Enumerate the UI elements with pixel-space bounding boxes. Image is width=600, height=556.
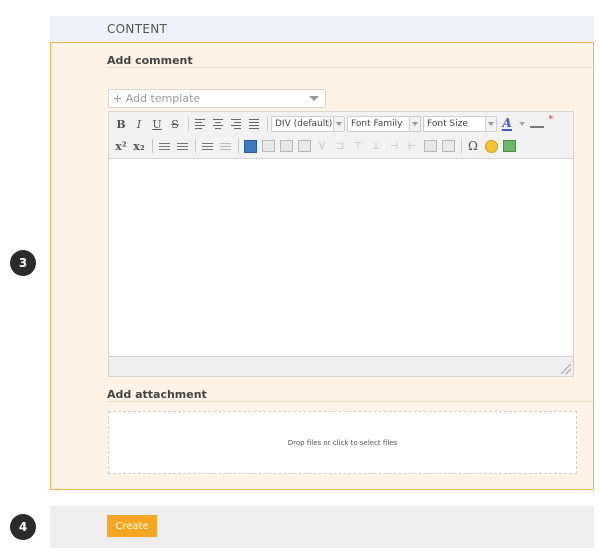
toolbar-separator xyxy=(267,117,268,131)
font-size-label: Font Size xyxy=(427,119,468,129)
add-attachment-divider xyxy=(107,401,593,402)
chevron-down-icon[interactable] xyxy=(519,122,525,126)
subscript-button[interactable]: x₂ xyxy=(131,137,147,155)
insert-col-after-button[interactable]: ⊢ xyxy=(404,137,420,155)
superscript-button[interactable]: x² xyxy=(113,137,129,155)
italic-button[interactable]: I xyxy=(131,115,147,133)
table-icon xyxy=(261,140,275,152)
image-icon xyxy=(502,140,516,152)
rich-text-editor: B I U S DIV (default) Font Family Font S… xyxy=(108,111,574,377)
emoticon-button[interactable] xyxy=(483,137,499,155)
add-template-label: + Add template xyxy=(113,92,201,105)
special-char-button[interactable]: Ω xyxy=(465,137,481,155)
indent-icon xyxy=(201,142,213,150)
align-center-icon xyxy=(213,119,223,129)
align-right-icon xyxy=(231,119,241,129)
toolbar-separator xyxy=(195,139,196,153)
content-header-label: CONTENT xyxy=(107,22,168,36)
table-row-button[interactable] xyxy=(278,137,294,155)
align-left-button[interactable] xyxy=(192,115,208,133)
create-button[interactable]: Create xyxy=(107,515,157,537)
line-style-button[interactable]: * xyxy=(529,115,553,133)
comment-panel: Add comment + Add template B I U S DIV (… xyxy=(50,42,594,490)
step-4-badge: 4 xyxy=(10,514,36,540)
table-column-icon xyxy=(297,140,311,152)
toolbar-separator xyxy=(238,139,239,153)
table-split-button[interactable]: ⴸ xyxy=(314,137,330,155)
line-style-icon xyxy=(530,126,544,128)
toolbar-separator xyxy=(152,139,153,153)
chevron-down-icon xyxy=(333,117,344,131)
insert-row-before-button[interactable]: ⊤ xyxy=(350,137,366,155)
comment-text-area[interactable] xyxy=(109,159,573,355)
numbered-list-button[interactable] xyxy=(174,137,190,155)
omega-icon: Ω xyxy=(468,139,478,153)
table-split-icon: ⴸ xyxy=(318,140,326,152)
bulleted-list-icon xyxy=(158,142,170,150)
text-color-icon: A xyxy=(502,115,512,131)
toolbar-row-1: B I U S DIV (default) Font Family Font S… xyxy=(113,114,553,134)
format-select-label: DIV (default) xyxy=(275,119,333,129)
insert-table-button[interactable] xyxy=(260,137,276,155)
format-select[interactable]: DIV (default) xyxy=(271,116,345,132)
indent-button[interactable] xyxy=(199,137,215,155)
table-merge-button[interactable]: ⊐ xyxy=(332,137,348,155)
actions-bar: Create xyxy=(50,506,594,548)
font-size-select[interactable]: Font Size xyxy=(423,116,497,132)
step-3-badge: 3 xyxy=(10,250,36,276)
delete-col-button[interactable] xyxy=(440,137,456,155)
toolbar-separator xyxy=(461,139,462,153)
outdent-button[interactable] xyxy=(217,137,233,155)
insert-row-after-icon: ⊥ xyxy=(371,140,381,152)
add-template-select[interactable]: + Add template xyxy=(108,89,326,108)
font-family-label: Font Family xyxy=(351,119,403,129)
underline-button[interactable]: U xyxy=(149,115,165,133)
table-row-icon xyxy=(279,140,293,152)
chevron-down-icon xyxy=(309,96,319,101)
align-left-icon xyxy=(195,119,205,129)
add-attachment-title: Add attachment xyxy=(107,388,207,401)
insert-column-after-icon: ⊢ xyxy=(407,140,417,152)
edit-icon xyxy=(243,139,257,153)
dropzone-label: Drop files or click to select files xyxy=(287,438,398,447)
table-merge-icon: ⊐ xyxy=(335,140,345,152)
smiley-icon xyxy=(484,139,498,153)
file-dropzone[interactable]: Drop files or click to select files xyxy=(108,411,577,474)
align-right-button[interactable] xyxy=(228,115,244,133)
insert-column-icon: ⊣ xyxy=(389,140,399,152)
bulleted-list-button[interactable] xyxy=(156,137,172,155)
toolbar-row-2: x² x₂ ⴸ ⊐ ⊤ ⊥ ⊣ ⊢ Ω xyxy=(113,136,519,156)
strikethrough-button[interactable]: S xyxy=(167,115,183,133)
delete-row-icon xyxy=(423,140,437,152)
resize-handle-icon[interactable] xyxy=(561,364,571,374)
toolbar-separator xyxy=(188,117,189,131)
bold-button[interactable]: B xyxy=(113,115,129,133)
insert-image-button[interactable] xyxy=(501,137,517,155)
editor-status-bar xyxy=(109,356,573,376)
insert-row-after-button[interactable]: ⊥ xyxy=(368,137,384,155)
numbered-list-icon xyxy=(176,142,188,150)
content-section-header: CONTENT xyxy=(50,16,594,42)
justify-icon xyxy=(249,119,259,129)
insert-row-icon: ⊤ xyxy=(353,140,363,152)
outdent-icon xyxy=(219,142,231,150)
delete-row-button[interactable] xyxy=(422,137,438,155)
font-family-select[interactable]: Font Family xyxy=(347,116,421,132)
delete-column-icon xyxy=(441,140,455,152)
add-comment-divider xyxy=(107,67,593,68)
align-center-button[interactable] xyxy=(210,115,226,133)
justify-button[interactable] xyxy=(246,115,262,133)
required-marker: * xyxy=(548,115,554,125)
chevron-down-icon xyxy=(409,117,420,131)
chevron-down-icon xyxy=(485,117,496,131)
text-color-button[interactable]: A xyxy=(499,115,515,133)
add-comment-title: Add comment xyxy=(107,54,193,67)
edit-html-button[interactable] xyxy=(242,137,258,155)
table-col-button[interactable] xyxy=(296,137,312,155)
insert-col-before-button[interactable]: ⊣ xyxy=(386,137,402,155)
editor-toolbar: B I U S DIV (default) Font Family Font S… xyxy=(109,112,573,159)
